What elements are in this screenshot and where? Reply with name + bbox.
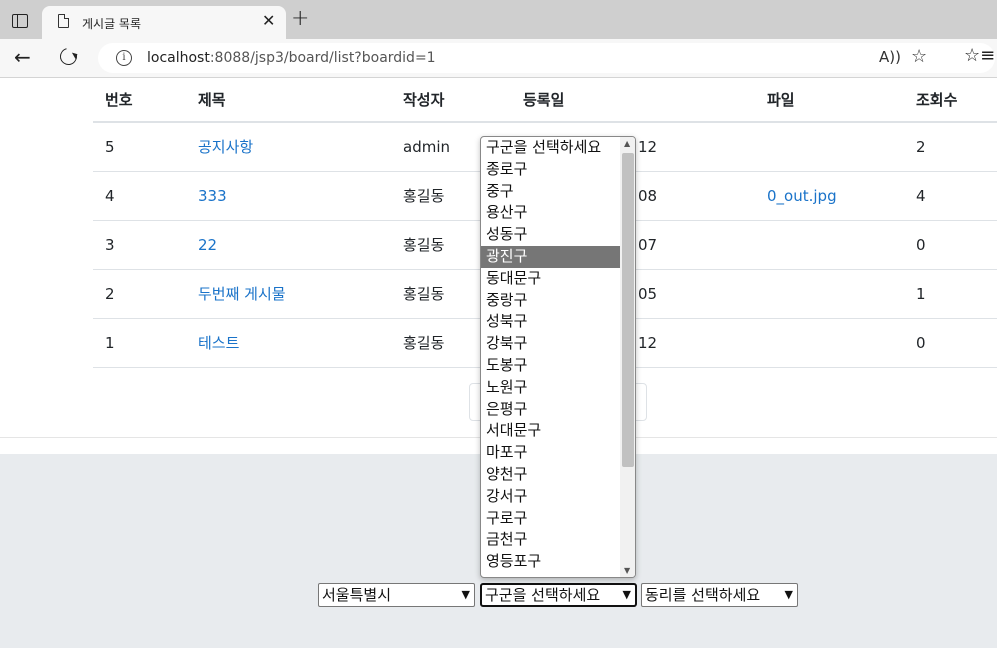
dropdown-options: 구군을 선택하세요 종로구 중구 용산구 성동구 광진구 동대문구 중랑구 성북구 강북구 도봉구 노… bbox=[481, 137, 620, 573]
document-icon bbox=[58, 14, 69, 28]
scrollbar[interactable]: ▲ ▼ bbox=[620, 137, 635, 577]
row-no: 2 bbox=[93, 269, 186, 319]
row-views: 0 bbox=[904, 220, 997, 270]
row-no: 4 bbox=[93, 171, 186, 221]
chevron-down-icon: ▼ bbox=[622, 588, 631, 601]
scroll-down-icon[interactable]: ▼ bbox=[624, 566, 630, 575]
header-date: 등록일 bbox=[511, 78, 755, 123]
dropdown-option[interactable]: 용산구 bbox=[481, 202, 620, 224]
chevron-down-icon: ▼ bbox=[461, 588, 470, 601]
scrollbar-thumb[interactable] bbox=[622, 153, 634, 467]
tab-close-icon[interactable]: ✕ bbox=[262, 12, 275, 30]
dropdown-option[interactable]: 동대문구 bbox=[481, 268, 620, 290]
dropdown-option[interactable]: 구로구 bbox=[481, 508, 620, 530]
info-icon[interactable]: i bbox=[116, 50, 132, 66]
read-aloud-icon[interactable]: A)) bbox=[879, 48, 901, 66]
header-file: 파일 bbox=[755, 78, 904, 123]
reload-icon[interactable] bbox=[56, 44, 81, 69]
dropdown-option[interactable]: 금천구 bbox=[481, 529, 620, 551]
gu-dropdown-list[interactable]: 구군을 선택하세요 종로구 중구 용산구 성동구 광진구 동대문구 중랑구 성북구 강북구 도봉구 노… bbox=[480, 136, 636, 578]
city-select-value: 서울특별시 bbox=[322, 586, 392, 604]
tab-active[interactable]: 게시글 목록 ✕ bbox=[42, 6, 286, 39]
row-title-link[interactable]: 333 bbox=[198, 187, 227, 205]
chevron-down-icon: ▼ bbox=[784, 588, 793, 601]
window-icon[interactable] bbox=[12, 14, 28, 28]
dropdown-option[interactable]: 성북구 bbox=[481, 311, 620, 333]
url-text[interactable]: localhost:8088/jsp3/board/list?boardid=1 bbox=[147, 50, 436, 66]
dropdown-option[interactable]: 성동구 bbox=[481, 224, 620, 246]
address-bar: ← i localhost:8088/jsp3/board/list?board… bbox=[0, 39, 997, 78]
dropdown-option[interactable]: 도봉구 bbox=[481, 355, 620, 377]
dropdown-option[interactable]: 양천구 bbox=[481, 464, 620, 486]
dropdown-option[interactable]: 광진구 bbox=[481, 245, 620, 268]
dropdown-option[interactable]: 서대문구 bbox=[481, 420, 620, 442]
dropdown-option[interactable]: 노원구 bbox=[481, 377, 620, 399]
dropdown-option[interactable]: 강북구 bbox=[481, 333, 620, 355]
row-no: 3 bbox=[93, 220, 186, 270]
row-views: 4 bbox=[904, 171, 997, 221]
dropdown-option[interactable]: 중랑구 bbox=[481, 290, 620, 312]
scroll-up-icon[interactable]: ▲ bbox=[624, 139, 630, 148]
dropdown-option[interactable]: 영등포구 bbox=[481, 551, 620, 573]
tab-bar: 게시글 목록 ✕ + bbox=[0, 0, 997, 39]
back-icon[interactable]: ← bbox=[14, 47, 31, 67]
dong-select-value: 동리를 선택하세요 bbox=[645, 586, 761, 604]
dropdown-option[interactable]: 중구 bbox=[481, 181, 620, 203]
new-tab-icon[interactable]: + bbox=[291, 8, 309, 30]
row-file-link[interactable]: 0_out.jpg bbox=[767, 187, 837, 205]
dropdown-option[interactable]: 구군을 선택하세요 bbox=[481, 137, 620, 159]
row-no: 5 bbox=[93, 122, 186, 172]
favorites-icon[interactable]: ☆≡ bbox=[964, 45, 995, 66]
header-title: 제목 bbox=[186, 78, 391, 123]
row-views: 1 bbox=[904, 269, 997, 319]
table-header-row: 번호 제목 작성자 등록일 파일 조회수 bbox=[93, 78, 997, 123]
header-no: 번호 bbox=[93, 78, 186, 123]
row-title-link[interactable]: 공지사항 bbox=[198, 138, 253, 156]
tab-title: 게시글 목록 bbox=[82, 17, 142, 31]
gu-select-value: 구군을 선택하세요 bbox=[485, 586, 601, 604]
header-views: 조회수 bbox=[904, 78, 997, 123]
row-no: 1 bbox=[93, 318, 186, 368]
dropdown-option[interactable]: 은평구 bbox=[481, 399, 620, 421]
dropdown-option[interactable]: 강서구 bbox=[481, 486, 620, 508]
url-input[interactable]: i localhost:8088/jsp3/board/list?boardid… bbox=[98, 43, 995, 73]
dropdown-option[interactable]: 종로구 bbox=[481, 159, 620, 181]
city-select[interactable]: 서울특별시 ▼ bbox=[318, 583, 475, 607]
dong-select[interactable]: 동리를 선택하세요 ▼ bbox=[641, 583, 798, 607]
row-views: 2 bbox=[904, 122, 997, 172]
row-views: 0 bbox=[904, 318, 997, 368]
dropdown-option[interactable]: 마포구 bbox=[481, 442, 620, 464]
header-author: 작성자 bbox=[391, 78, 511, 123]
favorite-add-icon[interactable]: ☆ bbox=[911, 46, 927, 67]
row-title-link[interactable]: 두번째 게시물 bbox=[198, 285, 286, 303]
row-title-link[interactable]: 테스트 bbox=[198, 334, 239, 352]
row-title-link[interactable]: 22 bbox=[198, 236, 217, 254]
gu-select[interactable]: 구군을 선택하세요 ▼ bbox=[480, 583, 637, 607]
